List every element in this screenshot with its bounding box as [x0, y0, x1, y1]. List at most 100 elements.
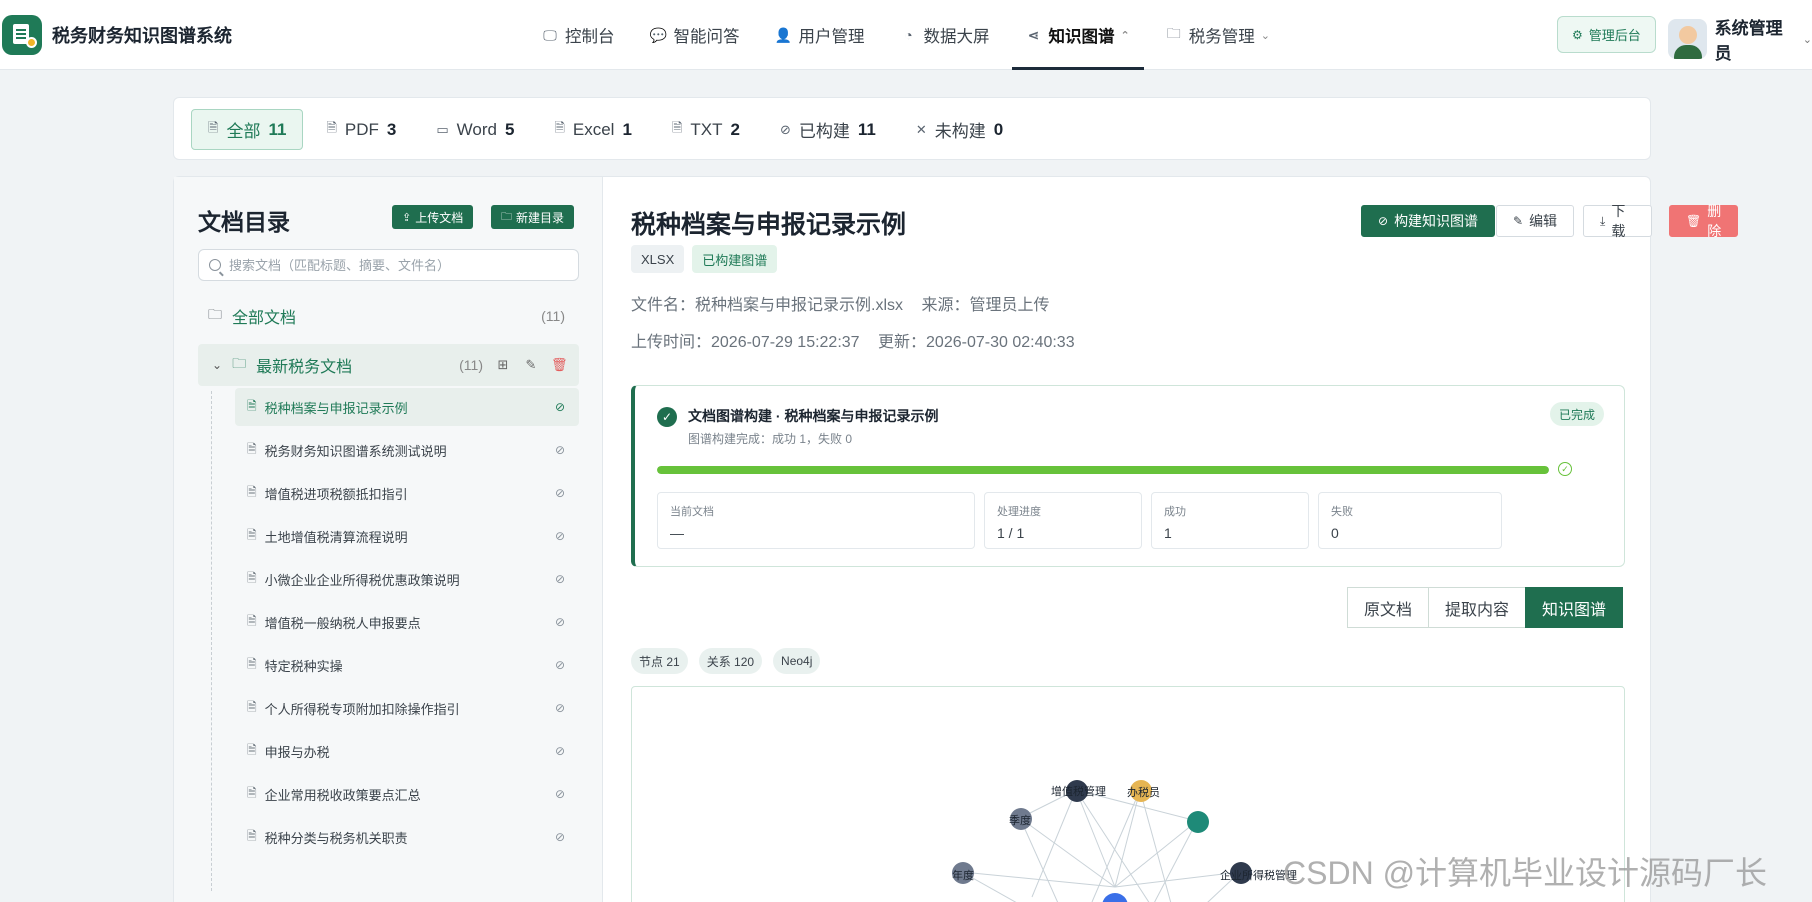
document-icon: 🗎 [247, 570, 257, 585]
document-tags: XLSX 已构建图谱 [631, 245, 785, 273]
filter-word[interactable]: ▭ Word 5 [419, 109, 531, 150]
nav-item-tax-management[interactable]: 🗀 税务管理 ⌄ [1152, 0, 1284, 70]
pie-chart-icon: ◔ [904, 27, 913, 43]
search-input[interactable] [229, 257, 569, 273]
search-box[interactable] [198, 249, 579, 281]
tree-root-all-documents[interactable]: 🗀 全部文档 (11) [208, 301, 579, 331]
graph-node-label: 增值税管理 [1051, 786, 1106, 798]
new-folder-button[interactable]: 🗀 新建目录 [491, 205, 575, 229]
chevron-down-icon: ⌄ [1802, 33, 1812, 46]
link-icon: ⊘ [554, 615, 565, 629]
link-icon: ⊘ [554, 658, 565, 672]
tree-root-count: (11) [541, 308, 565, 324]
build-progress-card: ✓ 文档图谱构建 · 税种档案与申报记录示例 图谱构建完成：成功 1，失败 0 … [631, 385, 1625, 567]
top-navbar: 税务财务知识图谱系统 🖵 控制台 💬 智能问答 👤 用户管理 ◔ 数据大屏 ⋖ 知识图谱 ⌃… [0, 0, 1812, 70]
list-item[interactable]: 🗎 申报与办税 ⊘ [235, 732, 579, 770]
user-menu[interactable]: 系统管理员 ⌄ [1668, 14, 1812, 64]
graph-node-label: 季度 [1009, 815, 1031, 827]
nav-item-qa[interactable]: 💬 智能问答 [637, 0, 754, 70]
link-icon: ⊘ [554, 486, 565, 500]
tab-knowledge-graph[interactable]: 知识图谱 [1525, 587, 1624, 628]
relation-count-badge: 关系 120 [698, 648, 763, 674]
sidebar-title: 文档目录 [198, 209, 290, 235]
stat-current-document: 当前文档 — [657, 492, 975, 549]
chevron-down-icon[interactable]: ⌄ [212, 358, 222, 372]
main-nav: 🖵 控制台 💬 智能问答 👤 用户管理 ◔ 数据大屏 ⋖ 知识图谱 ⌃ 🗀 税务管理 ⌄ [528, 0, 1292, 70]
check-circle-icon: ✓ [657, 407, 677, 427]
link-icon: ⊘ [554, 572, 565, 586]
download-button[interactable]: ⤓ 下载 [1583, 203, 1652, 239]
avatar [1668, 19, 1707, 59]
list-item[interactable]: 🗎 个人所得税专项附加扣除操作指引 ⊘ [235, 689, 579, 727]
folder-open-icon: 🗀 [232, 355, 247, 371]
list-item[interactable]: 🗎 小微企业企业所得税优惠政策说明 ⊘ [235, 560, 579, 598]
check-circle-icon: ✓ [1558, 462, 1572, 476]
tab-extracted-content[interactable]: 提取内容 [1428, 587, 1527, 628]
list-item[interactable]: 🗎 税种分类与税务机关职责 ⊘ [235, 818, 579, 856]
filter-bar: 🗎 全部 11 🗎 PDF 3 ▭ Word 5 🗎 Excel 1 🗎 TXT 2 ⊘ 已构建 11 … [173, 97, 1651, 160]
progress-subtitle: 图谱构建完成：成功 1，失败 0 [688, 432, 853, 446]
edit-button[interactable]: ✎ 编辑 [1496, 205, 1575, 237]
document-icon: 🗎 [247, 785, 257, 800]
nav-item-users[interactable]: 👤 用户管理 [762, 0, 879, 70]
filter-pdf[interactable]: 🗎 PDF 3 [309, 109, 413, 150]
tab-original-document[interactable]: 原文档 [1347, 587, 1430, 628]
progress-bar-fill [657, 466, 1549, 474]
chevron-down-icon: ⌄ [1260, 29, 1270, 42]
document-icon: 🗎 [247, 699, 257, 714]
add-subfolder-icon[interactable]: ⊞ [495, 357, 511, 373]
edit-icon[interactable]: ✎ [523, 357, 539, 373]
page-title: 税种档案与申报记录示例 [631, 211, 907, 239]
list-item[interactable]: 🗎 特定税种实操 ⊘ [235, 646, 579, 684]
nav-item-dashboard[interactable]: 🖵 控制台 [528, 0, 629, 70]
list-item[interactable]: 🗎 增值税一般纳税人申报要点 ⊘ [235, 603, 579, 641]
document-sidebar: 文档目录 ⇪上传文档 🗀新建目录 🗀 全部文档 (11) ⌄ 🗀 最新税务文档 … [174, 177, 603, 902]
document-meta-file: 文件名：税种档案与申报记录示例.xlsx 来源：管理员上传 [631, 291, 1063, 315]
watermark: CSDN @计算机毕业设计源码厂长 [1283, 855, 1768, 891]
tree-folder-latest[interactable]: ⌄ 🗀 最新税务文档 (11) ⊞ ✎ 🗑 [198, 344, 579, 386]
document-icon: 🗎 [247, 527, 257, 542]
trash-icon[interactable]: 🗑 [551, 357, 568, 373]
list-item[interactable]: 🗎 税务财务知识图谱系统测试说明 ⊘ [235, 431, 579, 469]
document-icon: 🗎 [208, 119, 219, 135]
user-name: 系统管理员 [1714, 19, 1783, 63]
gear-icon: ⚙ [1572, 27, 1583, 42]
upload-document-button[interactable]: ⇪ 上传文档 [392, 205, 474, 229]
filter-count: 3 [386, 119, 397, 139]
delete-button[interactable]: 🗑 删除 [1669, 203, 1739, 239]
document-icon: 🗎 [247, 484, 257, 499]
search-icon [209, 259, 221, 271]
file-type-badge: XLSX [631, 245, 685, 273]
filter-built[interactable]: ⊘ 已构建 11 [763, 109, 893, 150]
folder-icon: 🗀 [1166, 25, 1181, 41]
node-count-badge: 节点 21 [631, 648, 688, 674]
upload-time: 上传时间：2026-07-29 15:22:37 [631, 334, 860, 351]
app-logo-icon [2, 15, 42, 55]
graph-node[interactable] [1187, 811, 1209, 833]
link-icon: ⊘ [554, 443, 565, 457]
nav-item-data-screen[interactable]: ◔ 数据大屏 [887, 0, 1004, 70]
list-item[interactable]: 🗎 增值税进项税额抵扣指引 ⊘ [235, 474, 579, 512]
view-tabs: 原文档 提取内容 知识图谱 [1347, 587, 1624, 628]
filter-all[interactable]: 🗎 全部 11 [191, 109, 304, 150]
file-name: 文件名：税种档案与申报记录示例.xlsx [631, 297, 904, 314]
list-item[interactable]: 🗎 税种档案与申报记录示例 ⊘ [235, 388, 579, 426]
stat-success: 成功 1 [1151, 492, 1309, 549]
edit-icon: ✎ [1513, 214, 1524, 228]
word-file-icon: ▭ [436, 121, 449, 137]
tree-guide-line [211, 391, 212, 891]
list-item[interactable]: 🗎 土地增值税清算流程说明 ⊘ [235, 517, 579, 555]
link-icon: ⊘ [554, 830, 565, 844]
stat-progress: 处理进度 1 / 1 [984, 492, 1142, 549]
brand[interactable]: 税务财务知识图谱系统 [2, 15, 232, 55]
filter-txt[interactable]: 🗎 TXT 2 [655, 109, 757, 150]
list-item[interactable]: 🗎 企业常用税收政策要点汇总 ⊘ [235, 775, 579, 813]
build-graph-button[interactable]: ⊘ 构建知识图谱 [1361, 205, 1496, 237]
progress-title: 文档图谱构建 · 税种档案与申报记录示例 [688, 408, 939, 424]
app-title: 税务财务知识图谱系统 [52, 26, 232, 46]
filter-count: 1 [622, 119, 632, 139]
nav-item-knowledge-graph[interactable]: ⋖ 知识图谱 ⌃ [1011, 0, 1144, 70]
admin-console-button[interactable]: ⚙ 管理后台 [1557, 16, 1656, 53]
filter-excel[interactable]: 🗎 Excel 1 [537, 109, 649, 150]
filter-unbuilt[interactable]: ✕ 未构建 0 [899, 109, 1020, 150]
